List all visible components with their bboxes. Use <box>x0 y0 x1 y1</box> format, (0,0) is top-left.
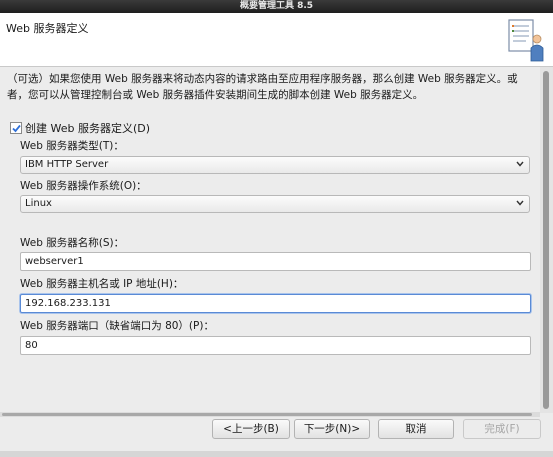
create-definition-label: 创建 Web 服务器定义(D) <box>25 122 151 135</box>
server-type-label: Web 服务器类型(T)： <box>20 140 124 152</box>
server-type-value: IBM HTTP Server <box>25 159 109 170</box>
wizard-header: Web 服务器定义 <box>0 13 553 67</box>
window-bottom-edge <box>0 451 553 457</box>
server-os-value: Linux <box>25 198 52 209</box>
server-host-input[interactable]: 192.168.233.131 <box>20 294 531 313</box>
server-port-label: Web 服务器端口（缺省端口为 80）(P)： <box>20 320 214 332</box>
finish-button[interactable]: 完成(F) <box>463 419 541 439</box>
checkmark-icon <box>11 124 21 132</box>
back-button[interactable]: <上一步(B) <box>212 419 290 439</box>
server-port-input[interactable]: 80 <box>20 336 531 355</box>
window-title: 概要管理工具 8.5 <box>239 1 314 11</box>
wizard-document-icon <box>508 19 544 62</box>
vertical-scrollbar-thumb[interactable] <box>543 71 549 409</box>
horizontal-scrollbar[interactable] <box>0 412 540 417</box>
cancel-button[interactable]: 取消 <box>378 419 454 439</box>
create-definition-checkbox-row[interactable]: 创建 Web 服务器定义(D) <box>10 120 150 136</box>
server-name-input[interactable]: webserver1 <box>20 252 531 271</box>
vertical-scrollbar[interactable] <box>540 67 553 413</box>
chevron-down-icon <box>516 200 524 206</box>
chevron-down-icon <box>516 161 524 167</box>
horizontal-scrollbar-thumb[interactable] <box>2 413 532 416</box>
page-title: Web 服务器定义 <box>6 22 89 35</box>
description-text: （可选）如果您使用 Web 服务器来将动态内容的请求路由至应用程序服务器，那么创… <box>7 73 518 101</box>
server-host-label: Web 服务器主机名或 IP 地址(H)： <box>20 278 184 290</box>
next-button[interactable]: 下一步(N)> <box>294 419 370 439</box>
wizard-content: （可选）如果您使用 Web 服务器来将动态内容的请求路由至应用程序服务器，那么创… <box>0 67 540 412</box>
server-os-dropdown[interactable]: Linux <box>20 195 530 213</box>
server-type-dropdown[interactable]: IBM HTTP Server <box>20 156 530 174</box>
create-definition-checkbox[interactable] <box>10 122 22 134</box>
window-titlebar: 概要管理工具 8.5 <box>0 0 553 13</box>
server-os-label: Web 服务器操作系统(O)： <box>20 180 147 192</box>
server-name-label: Web 服务器名称(S)： <box>20 237 125 249</box>
